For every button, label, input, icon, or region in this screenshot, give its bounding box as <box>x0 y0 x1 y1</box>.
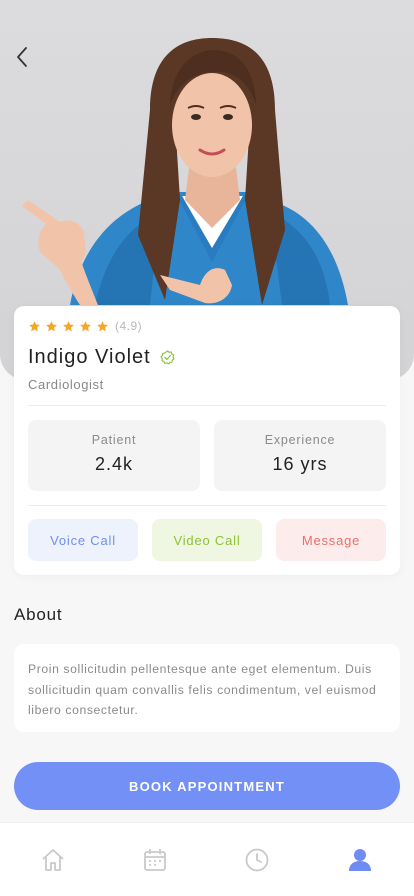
stat-patient: Patient 2.4k <box>28 420 200 491</box>
chevron-left-icon <box>17 47 27 67</box>
bottom-nav <box>0 822 414 896</box>
name-row: Indigo Violet <box>28 346 175 369</box>
calendar-icon <box>144 849 166 871</box>
star-icon <box>80 320 91 331</box>
book-appointment-button[interactable]: BOOK APPOINTMENT <box>14 762 400 810</box>
star-icon <box>97 320 108 331</box>
doctor-name: Indigo Violet <box>28 346 151 368</box>
verified-badge-icon <box>160 350 175 365</box>
stat-experience: Experience 16 yrs <box>214 420 386 491</box>
profile-icon <box>349 849 371 871</box>
nav-history[interactable] <box>244 847 270 873</box>
stat-experience-value: 16 yrs <box>272 454 328 474</box>
star-icon <box>46 320 57 331</box>
about-text: Proin sollicitudin pellentesque ante ege… <box>28 662 377 717</box>
about-heading: About <box>14 605 63 624</box>
stat-patient-value: 2.4k <box>94 454 134 474</box>
nav-profile[interactable] <box>347 847 373 873</box>
stat-patient-label: Patient <box>91 433 137 447</box>
nav-home[interactable] <box>40 847 66 873</box>
stat-experience-label: Experience <box>264 433 336 447</box>
divider <box>28 505 386 506</box>
clock-icon <box>245 848 269 872</box>
star-icon <box>63 320 74 331</box>
rating-value: (4.9) <box>115 319 143 333</box>
doctor-profile-card: (4.9) Indigo Violet Cardiologist Patient… <box>14 306 400 575</box>
about-card: Proin sollicitudin pellentesque ante ege… <box>14 644 400 732</box>
doctor-specialty: Cardiologist <box>28 377 104 392</box>
nav-calendar[interactable] <box>142 847 168 873</box>
star-icon <box>29 320 40 331</box>
video-call-button[interactable]: Video Call <box>152 519 262 561</box>
home-icon <box>42 849 64 871</box>
voice-call-button[interactable]: Voice Call <box>28 519 138 561</box>
message-button[interactable]: Message <box>276 519 386 561</box>
back-button[interactable] <box>8 42 36 72</box>
divider <box>28 405 386 406</box>
rating: (4.9) <box>28 319 142 333</box>
